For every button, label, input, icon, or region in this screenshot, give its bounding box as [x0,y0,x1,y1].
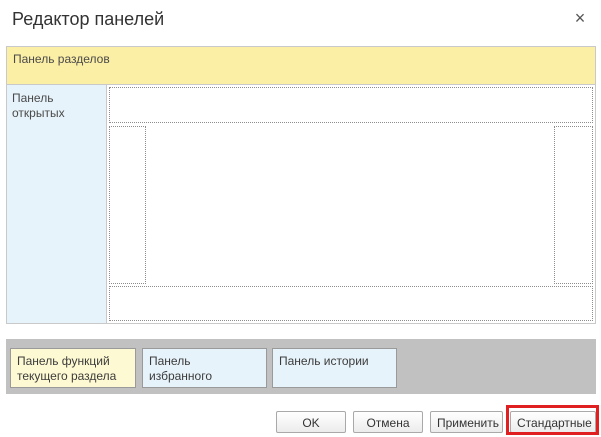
drop-zone-bottom[interactable] [109,286,593,321]
drop-zone-left[interactable] [109,126,146,284]
current-section-functions-panel[interactable]: Панель функций текущего раздела [10,348,136,388]
sections-panel[interactable]: Панель разделов [6,46,596,85]
ok-button[interactable]: OK [276,411,346,433]
history-panel-label: Панель истории [279,354,369,368]
dialog-title: Редактор панелей [12,9,165,29]
favorites-panel[interactable]: Панель избранного [142,348,267,388]
favorites-panel-label: Панель избранного [149,354,213,383]
sections-panel-label: Панель разделов [13,52,110,66]
drop-zone-top[interactable] [109,87,593,123]
current-section-functions-panel-label: Панель функций текущего раздела [17,354,117,383]
drop-zone-right[interactable] [554,126,593,284]
available-panels-area: Панель функций текущего раздела Панель и… [6,339,596,394]
cancel-button[interactable]: Отмена [353,411,423,433]
open-panel-label: Панель открытых [12,91,65,120]
close-icon[interactable]: × [571,8,589,28]
work-area [107,85,596,324]
history-panel[interactable]: Панель истории [272,348,397,388]
open-panel[interactable]: Панель открытых [6,85,107,324]
standard-button-highlight [506,405,599,435]
apply-button[interactable]: Применить [430,411,503,433]
